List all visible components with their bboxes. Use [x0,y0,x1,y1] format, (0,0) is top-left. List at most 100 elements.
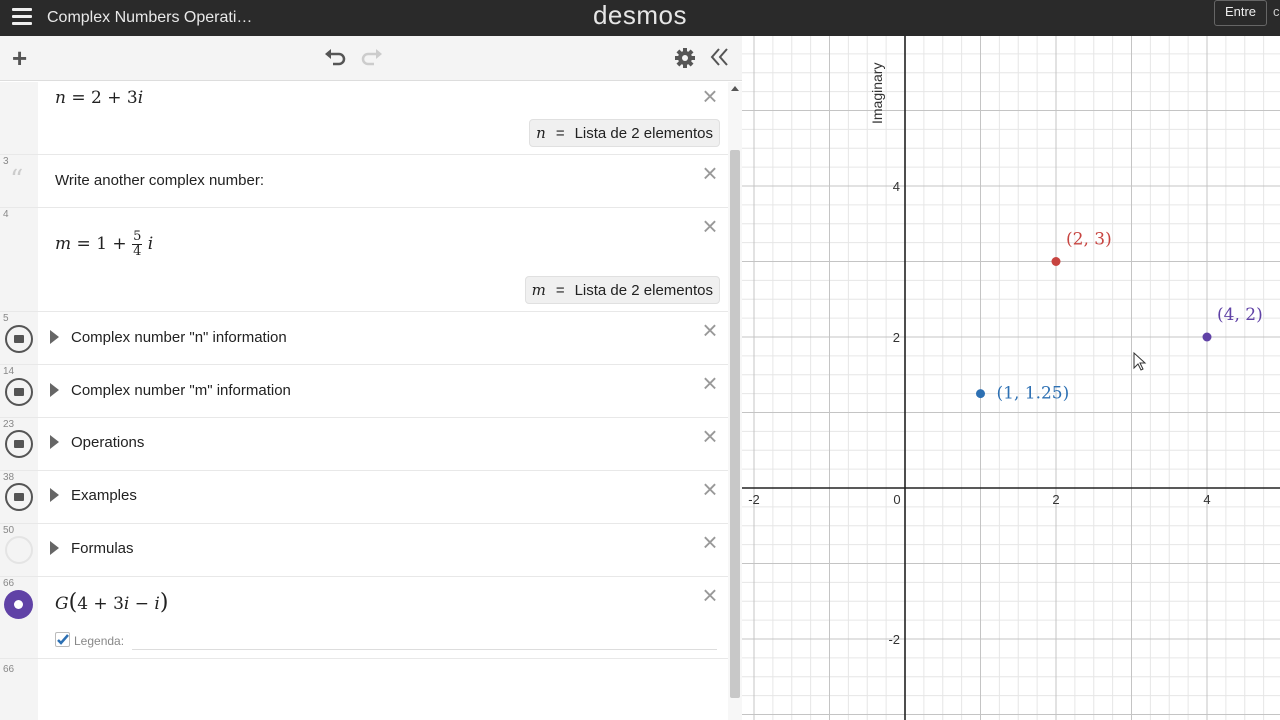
y-tick-label: 4 [893,179,900,194]
row-number: 50 [3,525,15,536]
delete-expression-icon[interactable]: × [700,317,720,343]
hidden-folder-icon[interactable] [5,536,33,564]
graph-canvas[interactable]: -2 0 2 4 4 2 -2 Imaginary (2, 3) (4, 2) (1, 1.25… [742,36,1280,720]
folder-row[interactable]: 23 Operations × [0,418,728,471]
delete-expression-icon[interactable]: × [700,582,720,608]
row-gutter[interactable] [0,82,38,154]
point-label[interactable]: (2, 3) [1066,230,1112,250]
x-tick-label: 4 [1203,492,1210,507]
major-gridlines [742,36,1280,720]
fraction-numerator: 5 [132,228,143,245]
row-number: 5 [3,313,9,324]
row-number: 3 [3,156,9,167]
y-tick-label: 2 [893,330,900,345]
real-part: 1 [96,234,108,254]
point-label[interactable]: (4, 2) [1217,305,1263,325]
scrollbar[interactable] [728,82,742,720]
folder-row[interactable]: 50 Formulas × [0,524,728,577]
graph-title[interactable]: Complex Numbers Operati… [47,9,252,27]
arg-real: 4 [77,594,89,614]
x-tick-label: -2 [748,492,760,507]
expression-list: n = 2 + 3i × n = Lista de 2 elementos 3 “ … [0,82,728,720]
point-label[interactable]: (1, 1.25) [997,384,1070,404]
expression-n[interactable]: n = 2 + 3i [55,88,143,108]
empty-expression-row[interactable]: 66 [0,659,728,720]
menu-icon[interactable] [12,6,34,28]
imag-unit: i [147,234,154,254]
row-number: 66 [3,578,15,589]
delete-expression-icon[interactable]: × [700,529,720,555]
row-number: 38 [3,472,15,483]
gear-icon[interactable] [674,47,696,73]
legend-checkbox[interactable] [55,632,70,647]
note-row[interactable]: 3 “ Write another complex number: × [0,155,728,208]
fraction: 5 4 [132,228,143,259]
pill-text: Lista de 2 elementos [574,125,713,142]
plotted-point[interactable] [976,389,985,399]
folder-title[interactable]: Formulas [71,540,134,557]
quote-icon: “ [10,165,24,195]
folder-row[interactable]: 14 Complex number "m" information × [0,365,728,418]
y-tick-label: -2 [888,632,900,647]
graph-paper[interactable]: -2 0 2 4 4 2 -2 Imaginary (2, 3) (4, 2) (1, 1.25… [742,36,1280,720]
folder-title[interactable]: Complex number "n" information [71,329,287,346]
legend-label: Legenda: [74,634,125,648]
legend-input[interactable] [132,649,717,650]
expression-toolbar: + [0,36,742,81]
redo-icon[interactable] [360,46,384,72]
minor-gridlines [742,36,1280,720]
folder-icon[interactable] [5,483,33,511]
delete-expression-icon[interactable]: × [700,370,720,396]
expression-m[interactable]: m = 1 + 5 4 i [55,224,153,264]
pill-text: Lista de 2 elementos [574,282,713,299]
fraction-denominator: 4 [133,243,142,259]
delete-expression-icon[interactable]: × [700,423,720,449]
desmos-logo: desmos [592,0,688,30]
expression-g[interactable]: G(4 + 3i − i) [55,590,168,615]
top-bar: Complex Numbers Operati… desmos Entre c [0,0,1280,36]
scrollbar-thumb[interactable] [730,150,740,698]
expression-row-g[interactable]: 66 G(4 + 3i − i) × Legenda: [0,577,728,659]
expand-triangle-icon[interactable] [50,383,59,397]
folder-title[interactable]: Complex number "m" information [71,382,291,399]
signin-button[interactable]: Entre [1214,0,1267,26]
row-gutter[interactable] [0,208,38,311]
undo-icon[interactable] [323,46,347,72]
delete-expression-icon[interactable]: × [700,476,720,502]
row-number: 66 [3,664,15,675]
evaluation-pill: m = Lista de 2 elementos [524,276,720,304]
delete-expression-icon[interactable]: × [700,213,720,239]
plotted-point[interactable] [1202,332,1212,342]
plotted-point[interactable] [1051,257,1061,266]
plus-icon[interactable]: + [12,45,27,71]
note-text[interactable]: Write another complex number: [55,172,264,189]
double-chevron-left-icon[interactable] [710,46,730,72]
expression-row-n[interactable]: n = 2 + 3i × n = Lista de 2 elementos [0,82,728,155]
expand-triangle-icon[interactable] [50,330,59,344]
folder-icon[interactable] [5,325,33,353]
folder-row[interactable]: 38 Examples × [0,471,728,524]
real-part: 2 [91,88,102,108]
x-tick-label: 2 [1052,492,1059,507]
folder-row[interactable]: 5 Complex number "n" information × [0,312,728,365]
pill-variable: m [531,281,546,299]
scroll-up-icon[interactable] [731,86,739,91]
folder-title[interactable]: Operations [71,434,144,451]
x-tick-label: 0 [893,492,900,507]
pill-variable: n [536,124,546,142]
var-m: m [55,234,72,254]
expand-triangle-icon[interactable] [50,488,59,502]
expand-triangle-icon[interactable] [50,435,59,449]
var-n: n [55,88,66,108]
visibility-toggle-icon[interactable] [4,590,33,619]
expression-row-m[interactable]: 4 m = 1 + 5 4 i × m = Lista de 2 elementos [0,208,728,312]
folder-icon[interactable] [5,430,33,458]
folder-title[interactable]: Examples [71,487,137,504]
folder-icon[interactable] [5,378,33,406]
truncated-header-item[interactable]: c [1273,4,1280,19]
delete-expression-icon[interactable]: × [700,160,720,186]
expand-triangle-icon[interactable] [50,541,59,555]
row-number: 4 [3,209,9,220]
delete-expression-icon[interactable]: × [700,83,720,109]
row-number: 14 [3,366,15,377]
